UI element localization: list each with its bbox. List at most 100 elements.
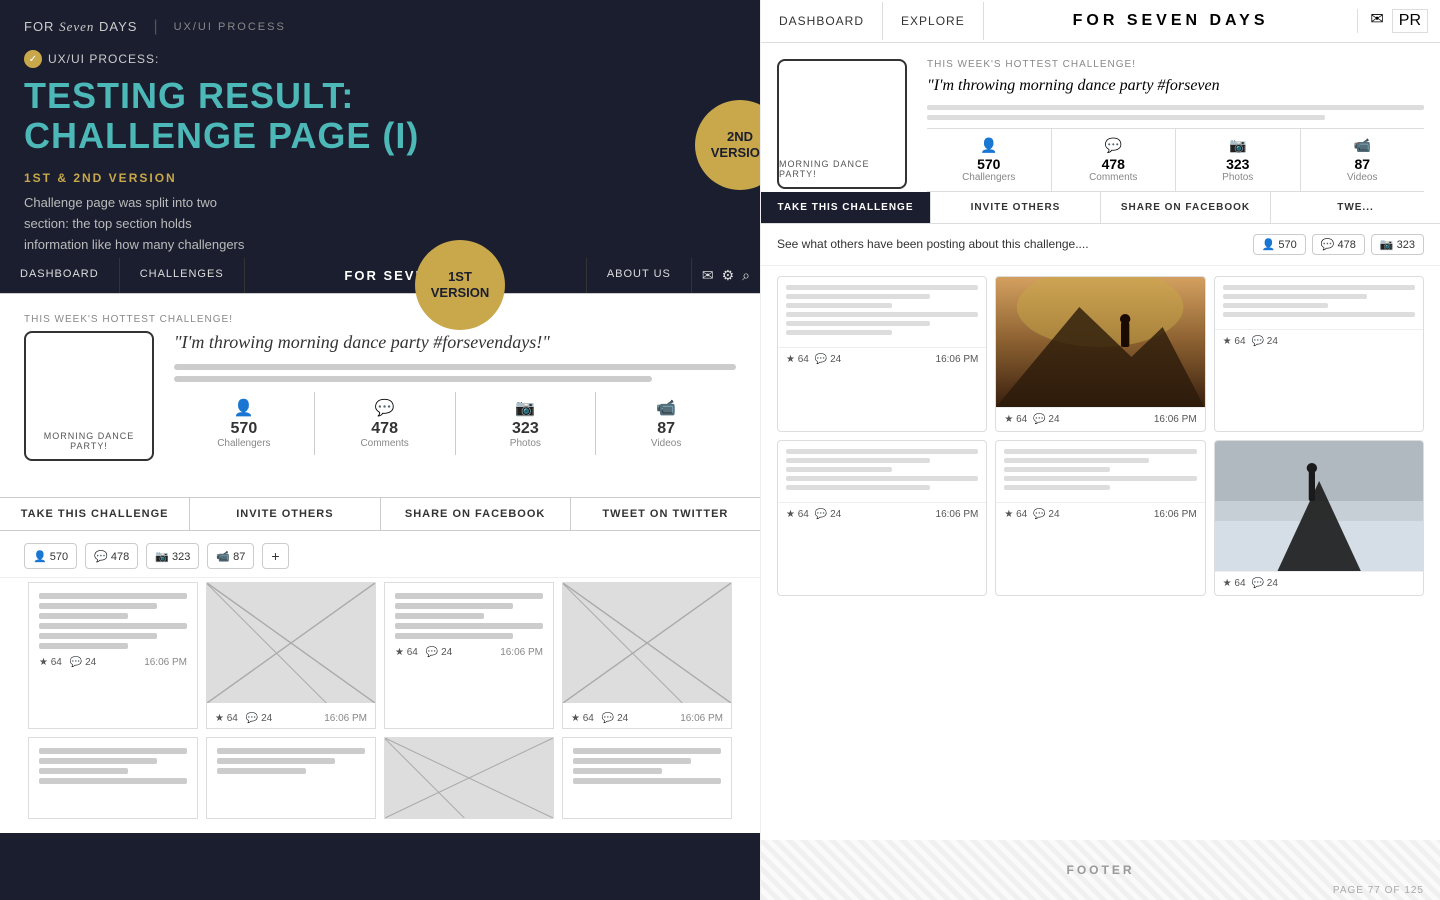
- star-icon: ★ 64: [39, 657, 62, 668]
- challengers-icon: 👤: [178, 398, 310, 418]
- take-challenge-btn[interactable]: TAKE THIS CHALLENGE: [0, 498, 190, 530]
- filter-videos-btn[interactable]: 📹 87: [207, 543, 254, 569]
- brand-seven: Seven: [59, 19, 94, 34]
- left-panel: FOR Seven DAYS | UX/UI PROCESS ✓ UX/UI P…: [0, 0, 760, 900]
- wf-card-r2-2: [206, 737, 376, 819]
- fog-svg: [1215, 441, 1423, 571]
- post-time: 16:06 PM: [680, 713, 723, 724]
- posts-label: See what others have been posting about …: [777, 237, 1089, 251]
- wf-nav-dashboard[interactable]: DASHBOARD: [0, 258, 120, 293]
- right-card-1-footer: ★ 64 💬 24 16:06 PM: [778, 347, 986, 371]
- line: [573, 748, 721, 754]
- wf-card-r2-1: [28, 737, 198, 819]
- right-take-challenge-btn[interactable]: TAKE THIS CHALLENGE: [761, 192, 931, 223]
- right-stat-comments: 💬 478 Comments: [1052, 129, 1177, 191]
- line: [39, 758, 157, 764]
- wf-nav-challenges[interactable]: CHALLENGES: [120, 258, 245, 293]
- wf-stat-comments: 💬 478 Comments: [315, 392, 456, 455]
- footer-stats: ★ 64 💬 24: [786, 354, 841, 365]
- right-tweet-btn[interactable]: TWE...: [1271, 192, 1440, 223]
- comment-icon: 💬 24: [1252, 578, 1278, 589]
- wf-card-4: ★ 64 💬 24 16:06 PM: [562, 582, 732, 729]
- wf-stat-videos: 📹 87 Videos: [596, 392, 736, 455]
- wf-line-1: [174, 364, 736, 370]
- photos-lbl: Photos: [1180, 172, 1296, 183]
- posts-filter-photos[interactable]: 📷 323: [1371, 234, 1424, 255]
- line: [39, 778, 187, 784]
- right-card-4-footer: ★ 64 💬 24 16:06 PM: [778, 502, 986, 526]
- filter-photos-btn[interactable]: 📷 323: [146, 543, 199, 569]
- wf-card-r2-3-image: [385, 738, 553, 818]
- wf-card-r2-3: [384, 737, 554, 819]
- line: [1223, 303, 1329, 308]
- post-time: 16:06 PM: [324, 713, 367, 724]
- wf-navbar: DASHBOARD CHALLENGES FOR SEVEN DAYS ABOU…: [0, 258, 760, 294]
- right-card-6-footer: ★ 64 💬 24: [1215, 571, 1423, 595]
- right-hottest-label: THIS WEEK'S HOTTEST CHALLENGE!: [927, 59, 1424, 70]
- star-icon: ★ 64: [1223, 578, 1246, 589]
- wf-card-4-image: [563, 583, 731, 703]
- right-card-4: ★ 64 💬 24 16:06 PM: [777, 440, 987, 596]
- wf-card-4-footer: ★ 64 💬 24 16:06 PM: [563, 709, 731, 728]
- line: [1223, 285, 1415, 290]
- wf-card-1: ★ 64 💬 24 16:06 PM: [28, 582, 198, 729]
- right-share-facebook-btn[interactable]: SHARE ON FACEBOOK: [1101, 192, 1271, 223]
- right-nav-explore[interactable]: EXPLORE: [883, 2, 984, 40]
- page-number: PAGE 77 OF 125: [1333, 885, 1424, 896]
- comments-count: 478: [1056, 156, 1172, 172]
- photos-icon: 📷: [1180, 137, 1296, 154]
- message-nav-icon[interactable]: ✉: [1370, 9, 1383, 33]
- footer-stats: ★ 64 💬 24: [1004, 414, 1059, 425]
- videos-icon: 📹: [1305, 137, 1421, 154]
- comment-icon: 💬 24: [1252, 336, 1278, 347]
- cross-lines-svg: [385, 738, 553, 818]
- right-invite-others-btn[interactable]: INVITE OTHERS: [931, 192, 1101, 223]
- filter-add-btn[interactable]: +: [262, 543, 288, 569]
- line: [39, 643, 128, 649]
- first-version-badge: 1ST VERSION: [415, 240, 505, 330]
- line: [395, 593, 543, 599]
- first-version-wireframe: DASHBOARD CHALLENGES FOR SEVEN DAYS ABOU…: [0, 258, 760, 833]
- message-icon[interactable]: ✉: [702, 267, 714, 284]
- wf-challenge-content: THIS WEEK'S HOTTEST CHALLENGE! MORNING D…: [0, 294, 760, 497]
- ux-badge: ✓ UX/UI PROCESS:: [0, 46, 760, 72]
- wf-card-2-footer: ★ 64 💬 24 16:06 PM: [207, 709, 375, 728]
- invite-others-btn[interactable]: INVITE OTHERS: [190, 498, 380, 530]
- line: [786, 476, 978, 481]
- wf-filter-bar: 👤 570 💬 478 📷 323 📹 87 +: [0, 531, 760, 578]
- wf-challenge-area: MORNING DANCE PARTY! "I'm throwing morni…: [24, 331, 736, 461]
- line: [39, 593, 187, 599]
- share-facebook-btn[interactable]: SHARE ON FACEBOOK: [381, 498, 571, 530]
- posts-filter-challengers[interactable]: 👤 570: [1253, 234, 1306, 255]
- challengers-icon: 👤: [931, 137, 1047, 154]
- wf-card-3: ★ 64 💬 24 16:06 PM: [384, 582, 554, 729]
- wf-challenge-image: MORNING DANCE PARTY!: [24, 331, 154, 461]
- card-content: [996, 441, 1204, 502]
- filter-challengers-btn[interactable]: 👤 570: [24, 543, 77, 569]
- footer-stats: ★ 64 💬 24: [39, 657, 96, 668]
- star-icon: ★ 64: [1004, 509, 1027, 520]
- line: [786, 321, 930, 326]
- wf-line-2: [174, 376, 652, 382]
- gear-icon[interactable]: ⚙: [722, 267, 735, 284]
- search-icon[interactable]: ⌕: [742, 267, 750, 284]
- wf-nav-about[interactable]: ABOUT US: [587, 258, 692, 293]
- profile-nav-icon[interactable]: PR: [1392, 9, 1428, 33]
- comment-icon: 💬 24: [815, 509, 841, 520]
- cross-lines-svg: [563, 583, 731, 703]
- post-time: 16:06 PM: [1154, 509, 1197, 520]
- line: [39, 613, 128, 619]
- challengers-num: 570: [178, 420, 310, 438]
- cross-lines-svg: [207, 583, 375, 703]
- right-stat-videos: 📹 87 Videos: [1301, 129, 1425, 191]
- posts-filter-comments[interactable]: 💬 478: [1312, 234, 1365, 255]
- footer-stats: ★ 64 💬 24: [786, 509, 841, 520]
- filter-comments-btn[interactable]: 💬 478: [85, 543, 138, 569]
- wf-card-1-footer: ★ 64 💬 24 16:06 PM: [39, 657, 187, 668]
- right-nav-dashboard[interactable]: DASHBOARD: [761, 2, 883, 40]
- line: [1004, 458, 1148, 463]
- line: [786, 458, 930, 463]
- comment-icon: 💬 24: [1033, 414, 1059, 425]
- star-icon: ★ 64: [786, 509, 809, 520]
- tweet-twitter-btn[interactable]: TWEET ON TWITTER: [571, 498, 760, 530]
